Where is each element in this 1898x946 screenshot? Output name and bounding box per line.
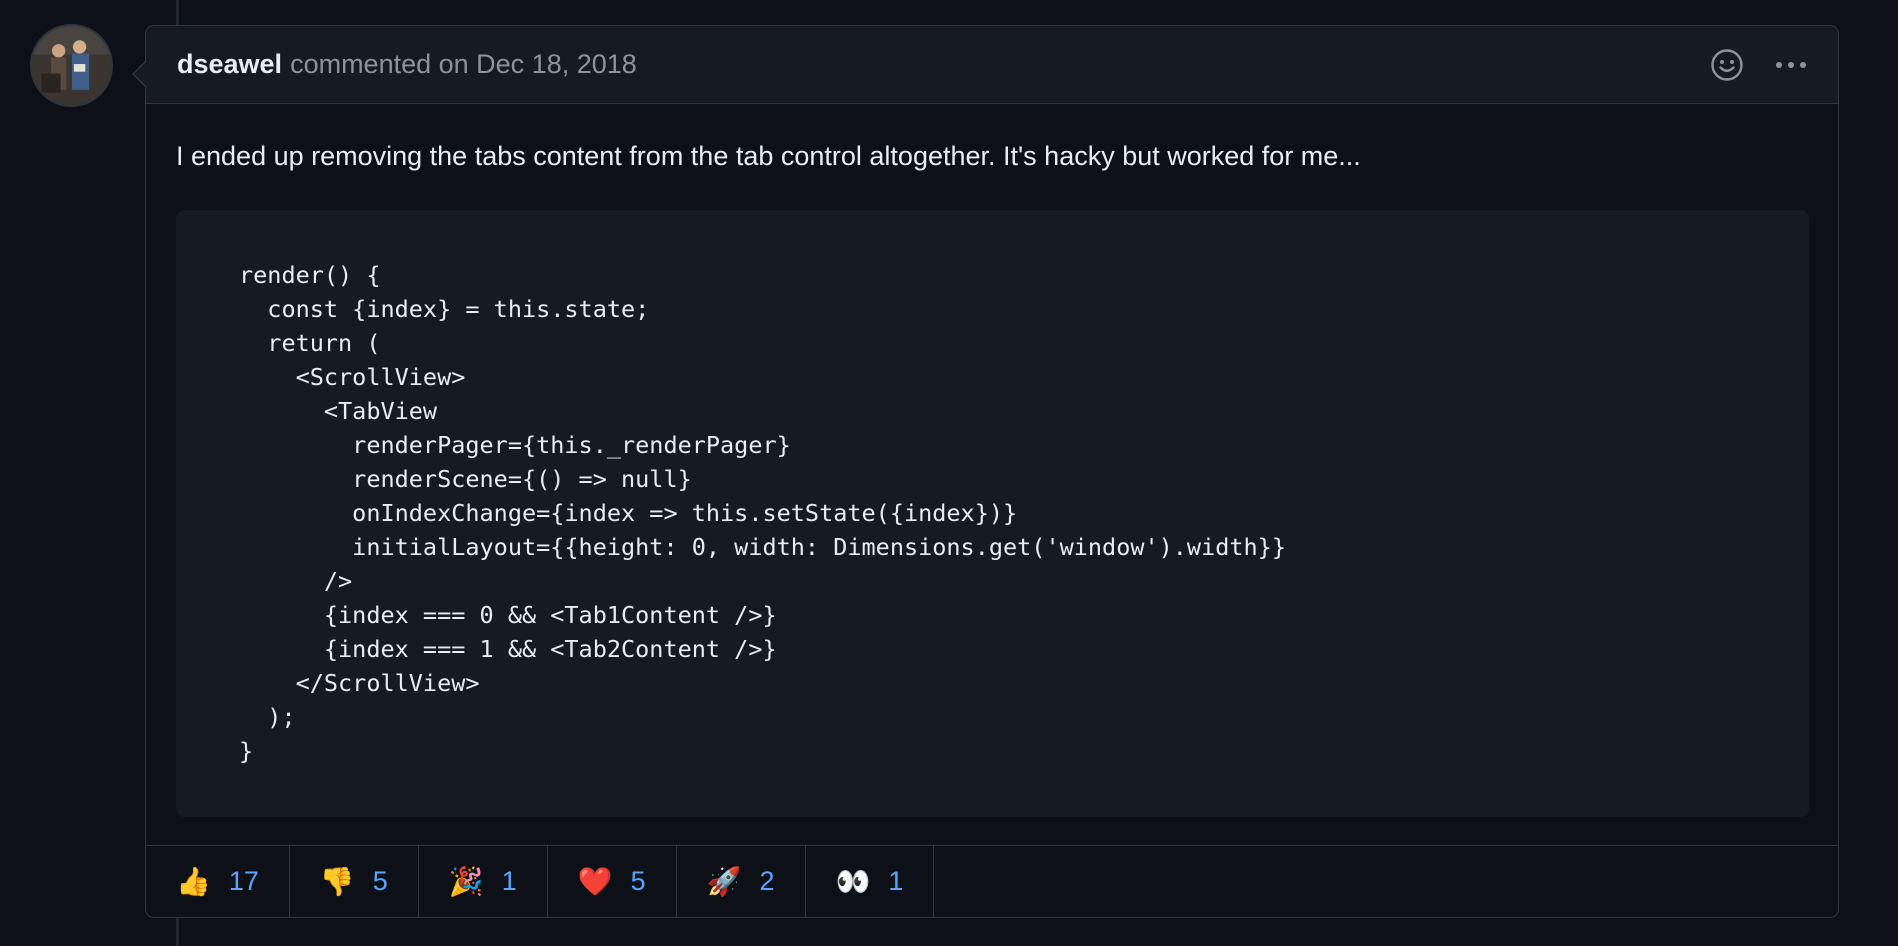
thumbs-down-icon: 👎 <box>319 864 355 898</box>
reaction-count: 1 <box>888 866 904 896</box>
reaction-thumbs-up[interactable]: 👍 17 <box>146 846 290 917</box>
party-popper-icon: 🎉 <box>448 864 484 898</box>
reaction-heart[interactable]: ❤️ 5 <box>548 846 677 917</box>
comment-header: dseawel commented on Dec 18, 2018 <box>146 26 1838 104</box>
smiley-icon[interactable] <box>1710 48 1744 82</box>
avatar[interactable] <box>30 24 113 107</box>
comment-text: I ended up removing the tabs content fro… <box>176 141 1361 171</box>
reaction-count: 5 <box>372 866 388 896</box>
comment-meta: dseawel commented on Dec 18, 2018 <box>177 49 637 80</box>
comment-box: dseawel commented on Dec 18, 2018 I ende… <box>132 25 1839 918</box>
reaction-hooray[interactable]: 🎉 1 <box>419 846 548 917</box>
reaction-count: 1 <box>501 866 517 896</box>
reactions-bar: 👍 17 👎 5 🎉 1 ❤️ 5 🚀 2 👀 1 <box>146 845 1838 917</box>
comment-timestamp[interactable]: commented on Dec 18, 2018 <box>290 49 637 79</box>
reaction-count: 5 <box>630 866 646 896</box>
comment-body: I ended up removing the tabs content fro… <box>146 104 1838 817</box>
code-content: render() { const {index} = this.state; r… <box>239 261 1286 766</box>
code-block: render() { const {index} = this.state; r… <box>176 209 1809 817</box>
reaction-rocket[interactable]: 🚀 2 <box>677 846 806 917</box>
reaction-count: 2 <box>759 866 775 896</box>
page: dseawel commented on Dec 18, 2018 I ende… <box>0 0 1898 946</box>
heart-icon: ❤️ <box>577 864 613 898</box>
reaction-count: 17 <box>228 866 259 896</box>
reaction-eyes[interactable]: 👀 1 <box>806 846 935 917</box>
thumbs-up-icon: 👍 <box>176 864 211 898</box>
author-name[interactable]: dseawel <box>177 49 282 79</box>
avatar-image <box>32 26 111 105</box>
reaction-thumbs-down[interactable]: 👎 5 <box>290 846 419 917</box>
kebab-horizontal-icon[interactable] <box>1774 60 1808 70</box>
rocket-icon: 🚀 <box>706 864 742 898</box>
eyes-icon: 👀 <box>835 864 871 898</box>
comment-pointer-fill <box>134 61 147 87</box>
header-actions <box>1710 48 1808 82</box>
